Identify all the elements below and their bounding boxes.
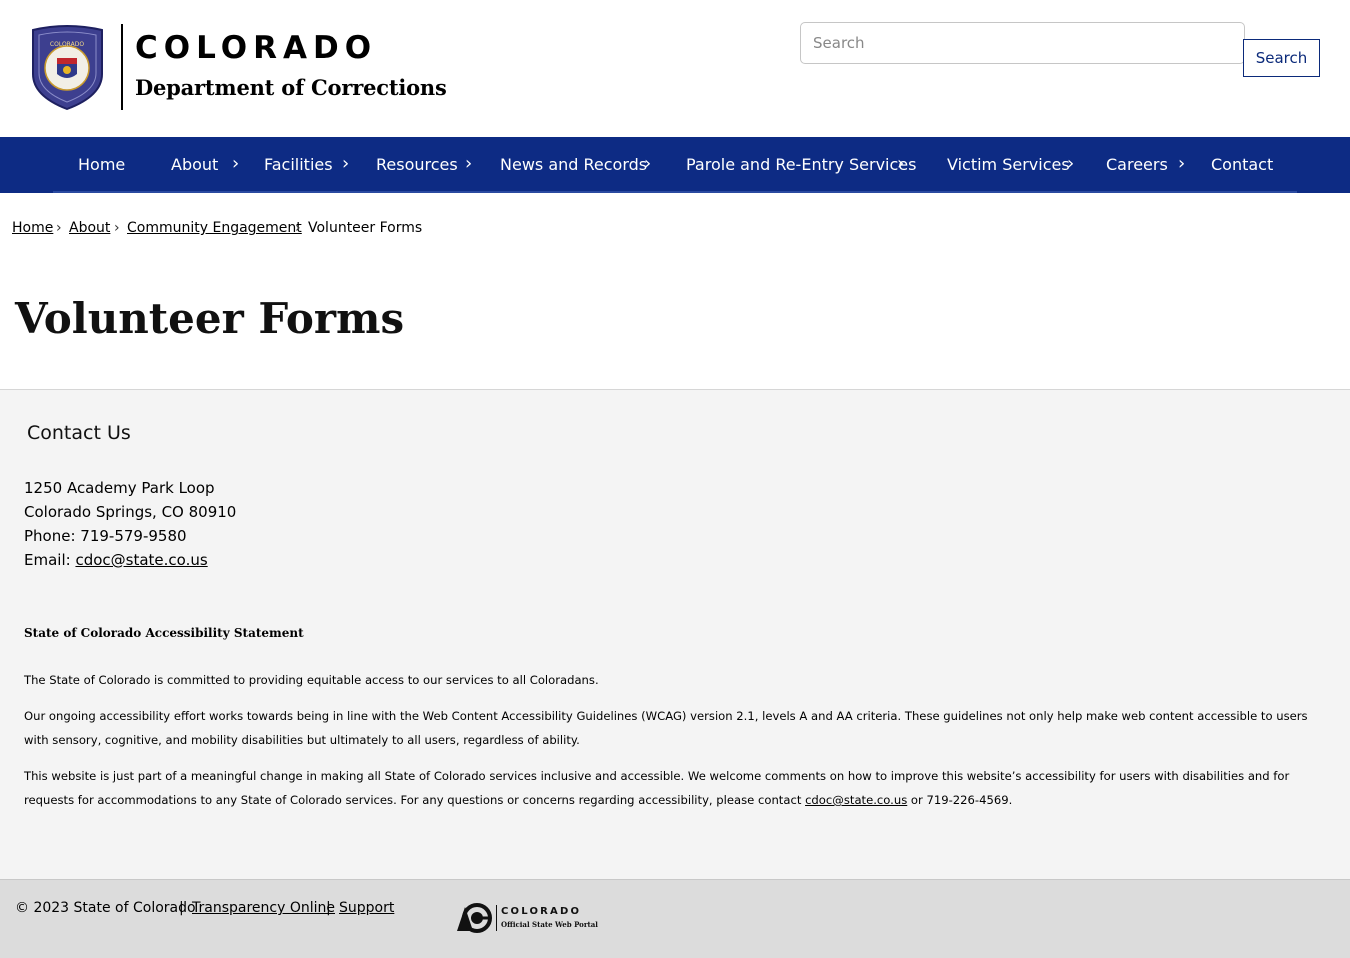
transparency-online-link[interactable]: Transparency Online (192, 900, 335, 916)
accessibility-paragraph-1: The State of Colorado is committed to pr… (24, 673, 599, 687)
breadcrumb-community-engagement[interactable]: Community Engagement (127, 220, 302, 236)
accessibility-paragraph-2: Our ongoing accessibility effort works t… (24, 709, 1308, 747)
accessibility-paragraph-3: This website is just part of a meaningfu… (24, 764, 1314, 812)
accessibility-p3-phone: or 719-226-4569. (907, 793, 1013, 807)
breadcrumb-home[interactable]: Home (12, 220, 53, 236)
chevron-right-icon[interactable]: › (232, 137, 239, 193)
contact-heading: Contact Us (27, 422, 131, 444)
breadcrumb-separator: › (295, 220, 301, 236)
chevron-right-icon[interactable]: › (1067, 137, 1074, 193)
support-link[interactable]: Support (339, 900, 394, 916)
brand-title[interactable]: COLORADO (135, 30, 377, 66)
address-line-2: Colorado Springs, CO 80910 (24, 503, 237, 521)
accessibility-heading: State of Colorado Accessibility Statemen… (24, 626, 304, 640)
breadcrumb-separator: › (114, 220, 120, 236)
chevron-right-icon[interactable]: › (644, 137, 651, 193)
portal-subtitle: Official State Web Portal (501, 920, 598, 929)
search-button[interactable]: Search (1243, 39, 1320, 77)
nav-item-victim-services[interactable]: Victim Services (947, 137, 1070, 193)
breadcrumb-current: Volunteer Forms (308, 220, 423, 236)
nav-item-facilities[interactable]: Facilities (264, 137, 333, 193)
search-input[interactable] (800, 22, 1245, 64)
chevron-right-icon[interactable]: › (342, 137, 349, 193)
accessibility-email-link[interactable]: cdoc@state.co.us (805, 793, 907, 807)
logo-divider (121, 24, 123, 110)
portal-logo-divider (496, 905, 497, 931)
portal-wordmark: COLORADO (501, 906, 582, 917)
nav-item-home[interactable]: Home (78, 137, 125, 193)
email-label: Email: (24, 551, 76, 569)
chevron-right-icon[interactable]: › (465, 137, 472, 193)
copyright: © 2023 State of Colorado (15, 900, 196, 916)
footer-separator: | (326, 900, 331, 916)
chevron-right-icon[interactable]: › (897, 137, 904, 193)
svg-text:COLORADO: COLORADO (50, 41, 84, 48)
footer-bar (0, 879, 1350, 958)
accessibility-p3-text: This website is just part of a meaningfu… (24, 769, 1290, 807)
nav-item-contact[interactable]: Contact (1211, 137, 1273, 193)
breadcrumb-about[interactable]: About (69, 220, 110, 236)
breadcrumb-separator: › (56, 220, 62, 236)
colorado-doc-seal-icon[interactable]: COLORADO (29, 24, 106, 110)
site-header (0, 0, 1350, 137)
page-title: Volunteer Forms (15, 294, 405, 343)
footer-separator: | (179, 900, 184, 916)
phone-number: Phone: 719-579-9580 (24, 527, 187, 545)
nav-item-about[interactable]: About (171, 137, 218, 193)
nav-item-news-and-records[interactable]: News and Records (500, 137, 647, 193)
address-line-1: 1250 Academy Park Loop (24, 479, 215, 497)
nav-item-careers[interactable]: Careers (1106, 137, 1168, 193)
brand-subtitle[interactable]: Department of Corrections (135, 75, 447, 100)
nav-item-resources[interactable]: Resources (376, 137, 458, 193)
email-row: Email: cdoc@state.co.us (24, 551, 208, 569)
chevron-right-icon[interactable]: › (1178, 137, 1185, 193)
nav-item-parole-reentry[interactable]: Parole and Re-Entry Services (686, 137, 916, 193)
email-link[interactable]: cdoc@state.co.us (75, 551, 207, 569)
